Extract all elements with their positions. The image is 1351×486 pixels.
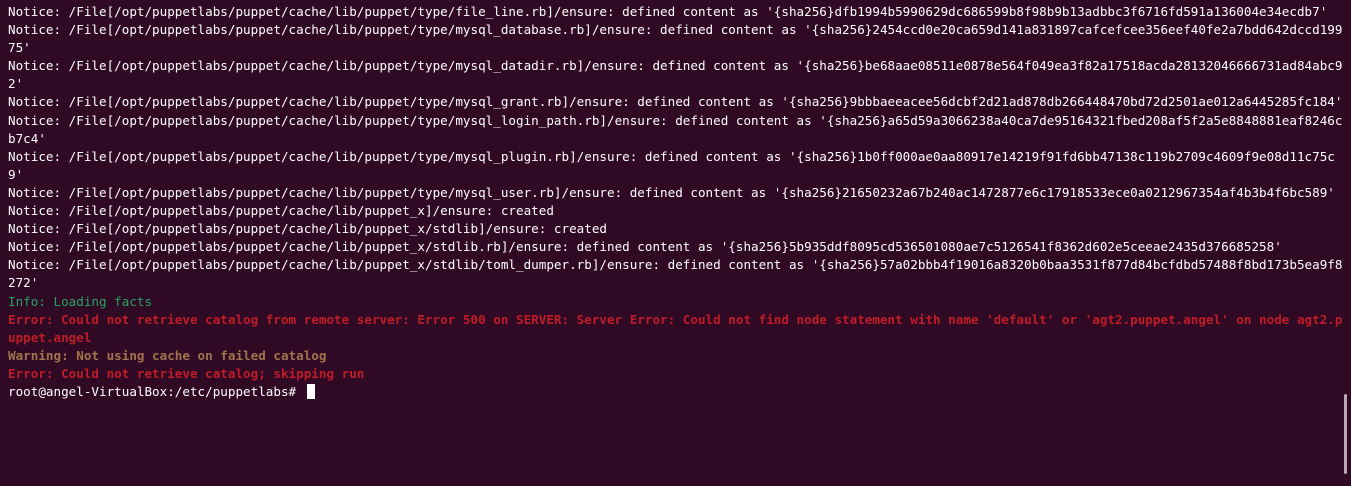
log-line-notice: Notice: /File[/opt/puppetlabs/puppet/cac… [8, 203, 554, 219]
log-line-notice: Notice: /File[/opt/puppetlabs/puppet/cac… [8, 239, 1282, 255]
log-line-notice: Notice: /File[/opt/puppetlabs/puppet/cac… [8, 148, 1335, 182]
log-line-notice: Notice: /File[/opt/puppetlabs/puppet/cac… [8, 257, 1343, 291]
log-line-info: Info: Loading facts [8, 293, 153, 309]
log-line-notice: Notice: /File[/opt/puppetlabs/puppet/cac… [8, 22, 1343, 56]
log-line-warning: Warning: Not using cache on failed catal… [8, 347, 327, 363]
shell-prompt-line[interactable]: root@angel-VirtualBox:/etc/puppetlabs# [0, 383, 1345, 401]
log-line-notice: Notice: /File[/opt/puppetlabs/puppet/cac… [8, 58, 1343, 92]
log-line-notice: Notice: /File[/opt/puppetlabs/puppet/cac… [8, 184, 1335, 200]
log-line-error: Error: Could not retrieve catalog from r… [8, 311, 1343, 345]
terminal-window[interactable]: Notice: /File[/opt/puppetlabs/puppet/cac… [0, 0, 1351, 486]
log-line-notice: Notice: /File[/opt/puppetlabs/puppet/cac… [8, 4, 1328, 19]
shell-prompt: root@angel-VirtualBox:/etc/puppetlabs# [8, 383, 304, 399]
log-line-error: Error: Could not retrieve catalog; skipp… [8, 365, 365, 381]
vertical-scrollbar[interactable] [1344, 394, 1347, 474]
log-line-notice: Notice: /File[/opt/puppetlabs/puppet/cac… [8, 112, 1343, 146]
log-line-notice: Notice: /File[/opt/puppetlabs/puppet/cac… [8, 221, 607, 237]
text-cursor [306, 383, 315, 399]
log-line-notice: Notice: /File[/opt/puppetlabs/puppet/cac… [8, 94, 1343, 110]
